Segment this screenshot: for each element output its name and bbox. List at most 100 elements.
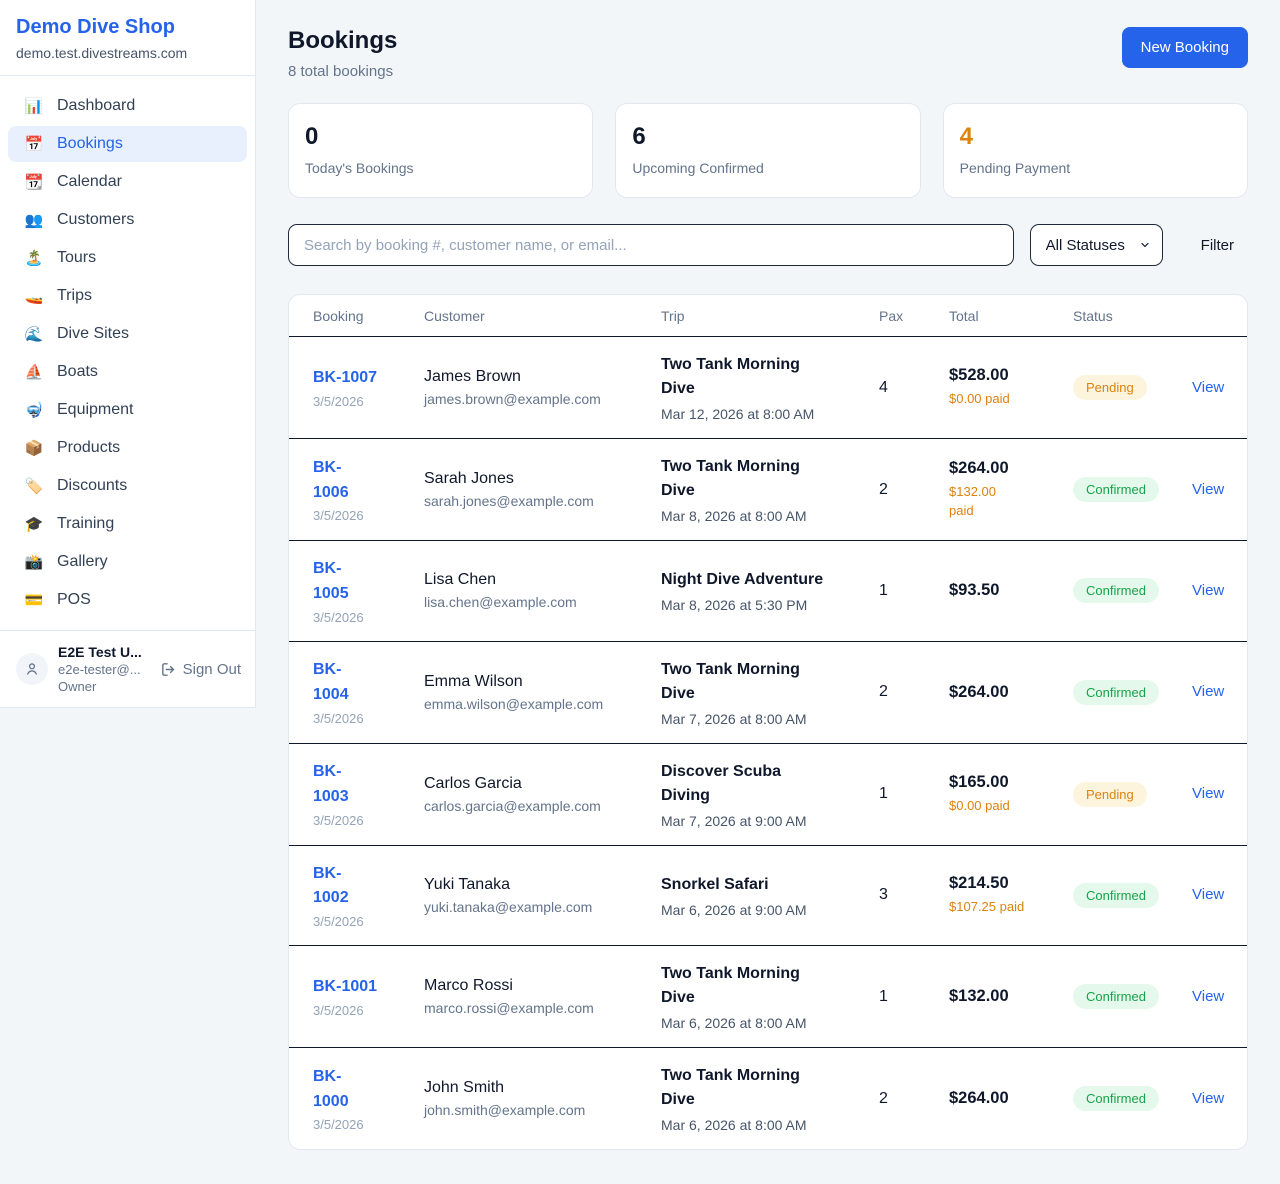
avatar xyxy=(16,653,48,685)
person-icon xyxy=(24,661,40,677)
status-badge: Confirmed xyxy=(1073,984,1159,1009)
customer-name: Lisa Chen xyxy=(424,571,661,589)
stat-value: 4 xyxy=(960,123,1231,151)
customer-email: marco.rossi@example.com xyxy=(424,1000,661,1016)
view-link[interactable]: View xyxy=(1192,886,1224,903)
customer-cell: Lisa Chen lisa.chen@example.com xyxy=(424,571,661,610)
customer-name: Emma Wilson xyxy=(424,673,661,691)
bookings-icon: 📅 xyxy=(24,135,44,153)
view-link[interactable]: View xyxy=(1192,683,1224,700)
sidebar-item-training[interactable]: 🎓 Training xyxy=(8,506,247,542)
sidebar-item-equipment[interactable]: 🤿 Equipment xyxy=(8,392,247,428)
trip-datetime: Mar 6, 2026 at 8:00 AM xyxy=(661,1117,879,1133)
booking-id-link[interactable]: BK- 1006 xyxy=(313,456,349,506)
customer-name: John Smith xyxy=(424,1079,661,1097)
trip-datetime: Mar 7, 2026 at 9:00 AM xyxy=(661,813,879,829)
stat-label: Pending Payment xyxy=(960,160,1231,176)
sidebar-item-pos[interactable]: 💳 POS xyxy=(8,582,247,618)
actions-cell: View xyxy=(1192,683,1223,701)
status-badge: Confirmed xyxy=(1073,1086,1159,1111)
new-booking-button[interactable]: New Booking xyxy=(1122,27,1248,68)
total-amount: $132.00 xyxy=(949,987,1073,1006)
total-amount: $264.00 xyxy=(949,459,1073,478)
actions-cell: View xyxy=(1192,988,1223,1006)
status-cell: Confirmed xyxy=(1073,680,1192,705)
stat-label: Upcoming Confirmed xyxy=(632,160,903,176)
sidebar-item-label: Equipment xyxy=(57,401,134,419)
booking-id-link[interactable]: BK- 1004 xyxy=(313,658,349,708)
customer-cell: Sarah Jones sarah.jones@example.com xyxy=(424,470,661,509)
sidebar-item-trips[interactable]: 🚤 Trips xyxy=(8,278,247,314)
booking-id-link[interactable]: BK-1007 xyxy=(313,366,377,391)
pax-count: 4 xyxy=(879,379,949,397)
dive-sites-icon: 🌊 xyxy=(24,325,44,343)
customer-cell: Yuki Tanaka yuki.tanaka@example.com xyxy=(424,876,661,915)
trip-name: Snorkel Safari xyxy=(661,873,879,897)
filter-row: All Statuses Filter xyxy=(288,224,1248,266)
booking-cell: BK- 1006 3/5/2026 xyxy=(313,456,424,524)
trips-icon: 🚤 xyxy=(24,287,44,305)
user-name: E2E Test U... xyxy=(58,644,150,660)
view-link[interactable]: View xyxy=(1192,379,1224,396)
sign-out-button[interactable]: Sign Out xyxy=(160,661,241,678)
trip-cell: Two Tank Morning Dive Mar 8, 2026 at 8:0… xyxy=(661,455,879,524)
booking-id-link[interactable]: BK- 1003 xyxy=(313,760,349,810)
sidebar-item-dive-sites[interactable]: 🌊 Dive Sites xyxy=(8,316,247,352)
booking-id-link[interactable]: BK- 1000 xyxy=(313,1065,349,1115)
booking-id-link[interactable]: BK- 1005 xyxy=(313,557,349,607)
sidebar-item-dashboard[interactable]: 📊 Dashboard xyxy=(8,88,247,124)
trip-datetime: Mar 6, 2026 at 8:00 AM xyxy=(661,1015,879,1031)
discounts-icon: 🏷️ xyxy=(24,477,44,495)
actions-cell: View xyxy=(1192,886,1223,904)
view-link[interactable]: View xyxy=(1192,785,1224,802)
sidebar-item-label: Boats xyxy=(57,363,98,381)
sidebar-item-discounts[interactable]: 🏷️ Discounts xyxy=(8,468,247,504)
user-info: E2E Test U... e2e-tester@... Owner xyxy=(58,644,150,694)
sidebar-item-label: Bookings xyxy=(57,135,123,153)
pax-count: 1 xyxy=(879,582,949,600)
search-input[interactable] xyxy=(288,224,1014,266)
table-row: BK- 1003 3/5/2026 Carlos Garcia carlos.g… xyxy=(289,744,1247,846)
booking-cell: BK-1001 3/5/2026 xyxy=(313,975,424,1018)
customer-cell: Carlos Garcia carlos.garcia@example.com xyxy=(424,775,661,814)
trip-name: Two Tank Morning Dive xyxy=(661,962,879,1010)
actions-cell: View xyxy=(1192,481,1223,499)
sidebar-item-gallery[interactable]: 📸 Gallery xyxy=(8,544,247,580)
view-link[interactable]: View xyxy=(1192,582,1224,599)
products-icon: 📦 xyxy=(24,439,44,457)
view-link[interactable]: View xyxy=(1192,1090,1224,1107)
page-header: Bookings 8 total bookings New Booking xyxy=(288,27,1248,80)
customer-name: James Brown xyxy=(424,368,661,386)
table-row: BK- 1002 3/5/2026 Yuki Tanaka yuki.tanak… xyxy=(289,846,1247,947)
bookings-table: Booking Customer Trip Pax Total Status B… xyxy=(288,294,1248,1150)
sidebar-item-label: Gallery xyxy=(57,553,108,571)
total-cell: $264.00 $132.00 paid xyxy=(949,459,1073,521)
view-link[interactable]: View xyxy=(1192,988,1224,1005)
sidebar-item-label: Calendar xyxy=(57,173,122,191)
boats-icon: ⛵ xyxy=(24,363,44,381)
table-row: BK- 1005 3/5/2026 Lisa Chen lisa.chen@ex… xyxy=(289,541,1247,642)
trip-cell: Two Tank Morning Dive Mar 6, 2026 at 8:0… xyxy=(661,1064,879,1133)
total-cell: $264.00 xyxy=(949,683,1073,702)
trip-datetime: Mar 12, 2026 at 8:00 AM xyxy=(661,406,879,422)
sidebar: Demo Dive Shop demo.test.divestreams.com… xyxy=(0,0,256,708)
sidebar-item-boats[interactable]: ⛵ Boats xyxy=(8,354,247,390)
column-header-trip: Trip xyxy=(661,308,879,324)
trip-name: Two Tank Morning Dive xyxy=(661,658,879,706)
status-select[interactable]: All Statuses xyxy=(1030,224,1163,266)
sidebar-item-customers[interactable]: 👥 Customers xyxy=(8,202,247,238)
trip-datetime: Mar 6, 2026 at 9:00 AM xyxy=(661,902,879,918)
table-body: BK-1007 3/5/2026 James Brown james.brown… xyxy=(289,337,1247,1149)
booking-cell: BK- 1003 3/5/2026 xyxy=(313,760,424,828)
pax-count: 3 xyxy=(879,886,949,904)
view-link[interactable]: View xyxy=(1192,481,1224,498)
total-amount: $528.00 xyxy=(949,366,1073,385)
customer-email: john.smith@example.com xyxy=(424,1102,661,1118)
sidebar-item-tours[interactable]: 🏝️ Tours xyxy=(8,240,247,276)
booking-id-link[interactable]: BK-1001 xyxy=(313,975,377,1000)
sidebar-item-calendar[interactable]: 📆 Calendar xyxy=(8,164,247,200)
booking-id-link[interactable]: BK- 1002 xyxy=(313,862,349,912)
sidebar-item-bookings[interactable]: 📅 Bookings xyxy=(8,126,247,162)
sidebar-item-products[interactable]: 📦 Products xyxy=(8,430,247,466)
filter-button[interactable]: Filter xyxy=(1187,237,1248,254)
